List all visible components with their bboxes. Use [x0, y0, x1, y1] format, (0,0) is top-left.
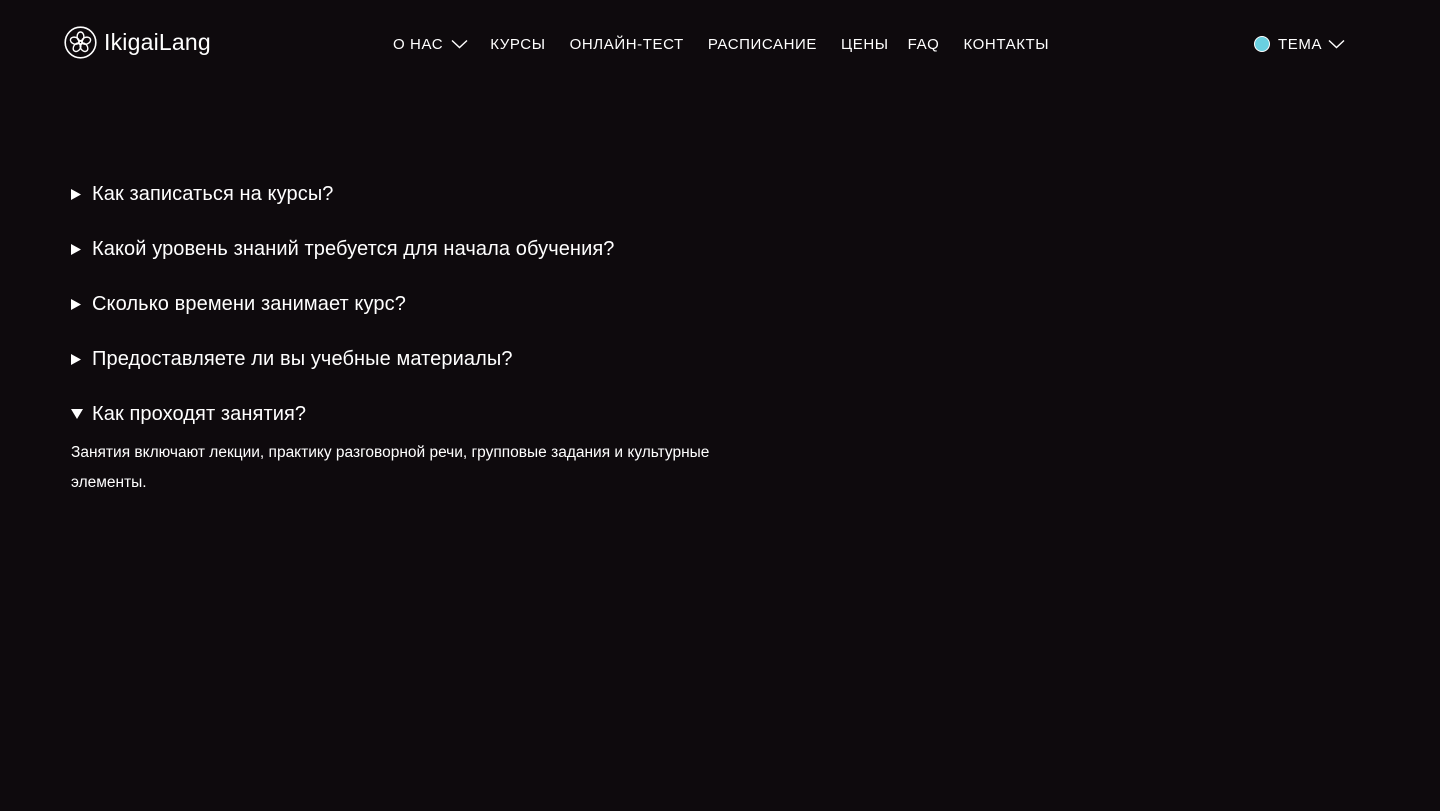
chevron-down-icon	[451, 39, 468, 49]
faq-question: Как проходят занятия?	[92, 402, 307, 425]
page: IkigaiLang О НАС КУРСЫ ОНЛАЙН-ТЕСТ РАСПИ…	[0, 0, 1440, 811]
nav-faq[interactable]: FAQ	[908, 36, 940, 53]
nav-about[interactable]: О НАС	[393, 36, 468, 53]
faq-item: Как записаться на курсы?	[71, 180, 711, 208]
faq-question: Сколько времени занимает курс?	[92, 292, 406, 315]
site-header: IkigaiLang О НАС КУРСЫ ОНЛАЙН-ТЕСТ РАСПИ…	[0, 0, 1440, 88]
faq-list: Как записаться на курсы? Какой уровень з…	[71, 180, 711, 498]
faq-question-toggle[interactable]: Как записаться на курсы?	[71, 180, 711, 208]
faq-question: Как записаться на курсы?	[92, 182, 334, 205]
faq-question-toggle[interactable]: Предоставляете ли вы учебные материалы?	[71, 345, 711, 373]
faq-question-toggle[interactable]: Сколько времени занимает курс?	[71, 290, 711, 318]
faq-question: Предоставляете ли вы учебные материалы?	[92, 347, 513, 370]
flower-icon	[64, 26, 97, 59]
nav-contacts[interactable]: КОНТАКТЫ	[963, 36, 1049, 53]
triangle-right-icon	[71, 298, 81, 310]
faq-item: Сколько времени занимает курс?	[71, 290, 711, 318]
nav-schedule[interactable]: РАСПИСАНИЕ	[708, 36, 817, 53]
brand-name: IkigaiLang	[104, 29, 211, 55]
triangle-right-icon	[71, 243, 81, 255]
faq-question-toggle[interactable]: Какой уровень знаний требуется для начал…	[71, 235, 711, 263]
nav-courses[interactable]: КУРСЫ	[490, 36, 545, 53]
theme-label: ТЕМА	[1278, 35, 1323, 53]
triangle-right-icon	[71, 353, 81, 365]
faq-question: Какой уровень знаний требуется для начал…	[92, 237, 615, 260]
faq-item: Какой уровень знаний требуется для начал…	[71, 235, 711, 263]
faq-item: Предоставляете ли вы учебные материалы?	[71, 345, 711, 373]
faq-question-toggle[interactable]: Как проходят занятия?	[71, 400, 711, 428]
triangle-down-icon	[71, 409, 83, 419]
nav-online-test[interactable]: ОНЛАЙН-ТЕСТ	[570, 36, 684, 53]
chevron-down-icon	[1328, 39, 1345, 49]
nav-prices[interactable]: ЦЕНЫ	[841, 36, 889, 53]
triangle-right-icon	[71, 188, 81, 200]
nav-about-label: О НАС	[393, 35, 444, 53]
faq-answer: Занятия включают лекции, практику разгов…	[71, 444, 710, 491]
faq-item-open: Как проходят занятия? Занятия включают л…	[71, 400, 711, 498]
theme-switcher[interactable]: ТЕМА	[1254, 34, 1345, 54]
main-nav: О НАС КУРСЫ ОНЛАЙН-ТЕСТ РАСПИСАНИЕ ЦЕНЫ …	[393, 34, 1049, 54]
logo-link[interactable]: IkigaiLang	[64, 26, 211, 59]
theme-color-dot	[1254, 36, 1270, 52]
